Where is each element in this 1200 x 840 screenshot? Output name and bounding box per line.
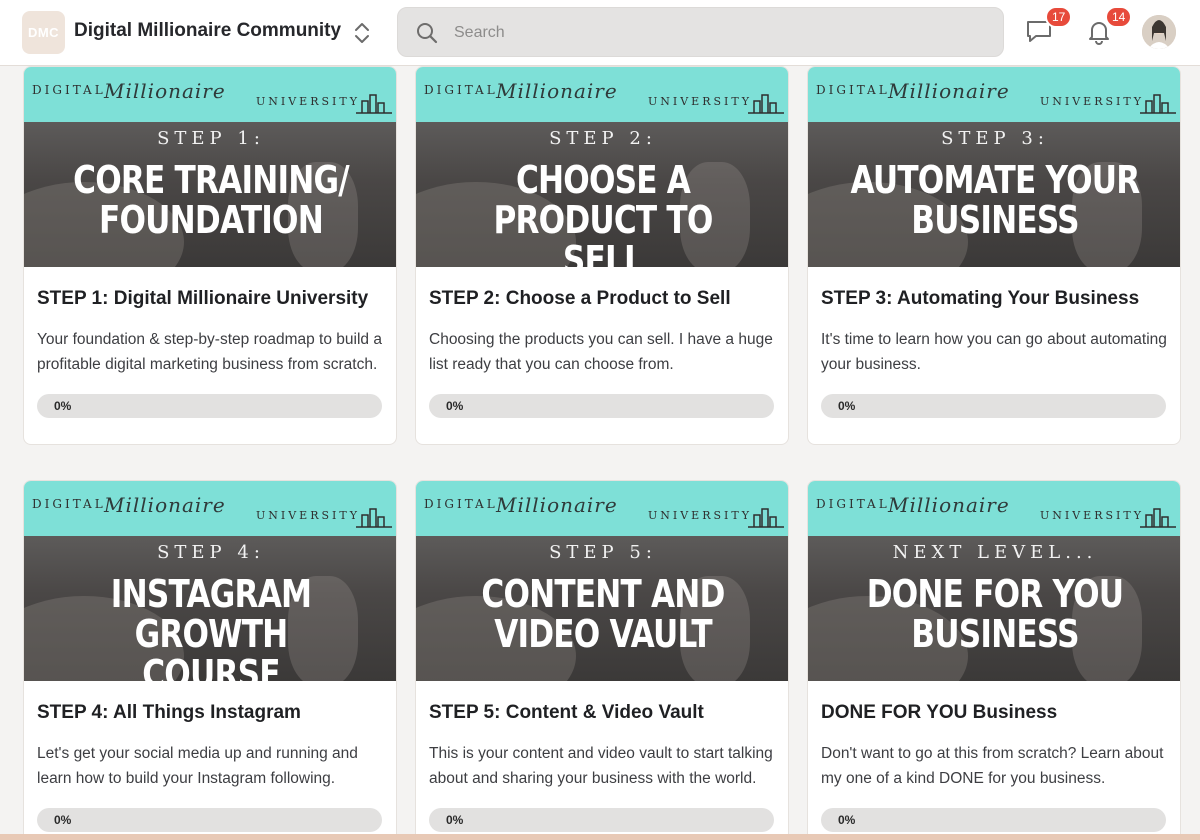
search-icon <box>417 23 438 44</box>
course-card[interactable]: DIGITAL Millionaire UNIVERSITY STEP 1: C… <box>23 66 397 445</box>
course-cover-image: DIGITAL Millionaire UNIVERSITY STEP 4: I… <box>24 481 396 681</box>
community-name[interactable]: Digital Millionaire Community <box>74 20 341 42</box>
course-cover-image: DIGITAL Millionaire UNIVERSITY NEXT LEVE… <box>808 481 1180 681</box>
course-progress-bar: 0% <box>821 808 1166 832</box>
course-progress-bar: 0% <box>37 394 382 418</box>
search-input[interactable] <box>454 20 974 46</box>
course-description: Let's get your social media up and runni… <box>37 745 358 787</box>
banner-script-text: Millionaire <box>104 79 226 103</box>
banner-script-text: Millionaire <box>104 493 226 517</box>
banner-right-text: UNIVERSITY <box>648 95 752 108</box>
university-banner: DIGITAL Millionaire UNIVERSITY <box>24 481 396 536</box>
banner-left-text: DIGITAL <box>424 497 498 511</box>
bottom-accent-strip <box>0 834 1200 840</box>
university-banner: DIGITAL Millionaire UNIVERSITY <box>808 67 1180 122</box>
city-skyline-icon <box>748 508 784 528</box>
university-banner: DIGITAL Millionaire UNIVERSITY <box>808 481 1180 536</box>
city-skyline-icon <box>1140 508 1176 528</box>
cover-photo: STEP 2: CHOOSE A PRODUCT TO SELL <box>416 122 788 267</box>
cover-step-title: CORE TRAINING/ FOUNDATION <box>73 158 349 242</box>
university-banner: DIGITAL Millionaire UNIVERSITY <box>416 67 788 122</box>
course-cover-image: DIGITAL Millionaire UNIVERSITY STEP 5: C… <box>416 481 788 681</box>
course-progress-bar: 0% <box>37 808 382 832</box>
course-description: Your foundation & step-by-step roadmap t… <box>37 331 382 373</box>
course-cover-image: DIGITAL Millionaire UNIVERSITY STEP 1: C… <box>24 67 396 267</box>
city-skyline-icon <box>356 94 392 114</box>
course-title[interactable]: STEP 3: Automating Your Business <box>821 288 1171 310</box>
banner-right-text: UNIVERSITY <box>1040 95 1144 108</box>
course-progress-bar: 0% <box>429 808 774 832</box>
banner-right-text: UNIVERSITY <box>1040 509 1144 522</box>
progress-label: 0% <box>54 399 72 413</box>
banner-right-text: UNIVERSITY <box>648 509 752 522</box>
course-title[interactable]: STEP 2: Choose a Product to Sell <box>429 288 779 310</box>
cover-step-title: CHOOSE A PRODUCT TO SELL <box>493 158 713 267</box>
city-skyline-icon <box>1140 94 1176 114</box>
course-title[interactable]: STEP 5: Content & Video Vault <box>429 702 779 724</box>
avatar-image <box>1142 15 1176 49</box>
course-card[interactable]: DIGITAL Millionaire UNIVERSITY NEXT LEVE… <box>807 480 1181 840</box>
course-progress-bar: 0% <box>821 394 1166 418</box>
course-description: Choosing the products you can sell. I ha… <box>429 331 773 373</box>
cover-step-title: AUTOMATE YOUR BUSINESS <box>850 158 1141 242</box>
course-description: Don't want to go at this from scratch? L… <box>821 745 1164 787</box>
banner-left-text: DIGITAL <box>816 83 890 97</box>
banner-script-text: Millionaire <box>496 79 618 103</box>
course-card[interactable]: DIGITAL Millionaire UNIVERSITY STEP 5: C… <box>415 480 789 840</box>
course-title[interactable]: STEP 4: All Things Instagram <box>37 702 387 724</box>
search-bar[interactable] <box>397 7 1004 57</box>
cover-photo: STEP 5: CONTENT AND VIDEO VAULT <box>416 536 788 681</box>
course-card[interactable]: DIGITAL Millionaire UNIVERSITY STEP 3: A… <box>807 66 1181 445</box>
progress-label: 0% <box>838 813 856 827</box>
course-description: This is your content and video vault to … <box>429 745 773 787</box>
progress-label: 0% <box>838 399 856 413</box>
banner-right-text: UNIVERSITY <box>256 509 360 522</box>
cover-photo: STEP 4: INSTAGRAM GROWTH COURSE <box>24 536 396 681</box>
university-banner: DIGITAL Millionaire UNIVERSITY <box>416 481 788 536</box>
cover-step-kicker: STEP 1: <box>157 128 265 149</box>
cover-photo: STEP 1: CORE TRAINING/ FOUNDATION <box>24 122 396 267</box>
cover-step-kicker: STEP 4: <box>157 542 265 563</box>
cover-step-title: DONE FOR YOU BUSINESS <box>866 572 1124 656</box>
notifications-badge: 14 <box>1105 6 1133 28</box>
messages-badge: 17 <box>1045 6 1073 28</box>
progress-label: 0% <box>446 399 464 413</box>
course-grid: DIGITAL Millionaire UNIVERSITY STEP 1: C… <box>0 66 1200 840</box>
university-banner: DIGITAL Millionaire UNIVERSITY <box>24 67 396 122</box>
banner-left-text: DIGITAL <box>816 497 890 511</box>
course-card[interactable]: DIGITAL Millionaire UNIVERSITY STEP 2: C… <box>415 66 789 445</box>
cover-step-title: INSTAGRAM GROWTH COURSE <box>110 572 312 681</box>
city-skyline-icon <box>356 508 392 528</box>
cover-step-kicker: STEP 2: <box>549 128 657 149</box>
cover-step-kicker: STEP 3: <box>941 128 1049 149</box>
banner-left-text: DIGITAL <box>424 83 498 97</box>
course-cover-image: DIGITAL Millionaire UNIVERSITY STEP 2: C… <box>416 67 788 267</box>
chevron-up-down-icon[interactable] <box>350 20 374 46</box>
banner-left-text: DIGITAL <box>32 497 106 511</box>
progress-label: 0% <box>54 813 72 827</box>
banner-script-text: Millionaire <box>496 493 618 517</box>
banner-left-text: DIGITAL <box>32 83 106 97</box>
banner-script-text: Millionaire <box>888 79 1010 103</box>
community-logo[interactable]: DMC <box>22 11 65 54</box>
cover-step-kicker: STEP 5: <box>549 542 657 563</box>
course-cover-image: DIGITAL Millionaire UNIVERSITY STEP 3: A… <box>808 67 1180 267</box>
course-description: It's time to learn how you can go about … <box>821 331 1167 373</box>
progress-label: 0% <box>446 813 464 827</box>
banner-script-text: Millionaire <box>888 493 1010 517</box>
course-card[interactable]: DIGITAL Millionaire UNIVERSITY STEP 4: I… <box>23 480 397 840</box>
user-avatar[interactable] <box>1142 15 1176 49</box>
cover-photo: NEXT LEVEL... DONE FOR YOU BUSINESS <box>808 536 1180 681</box>
banner-right-text: UNIVERSITY <box>256 95 360 108</box>
cover-step-title: CONTENT AND VIDEO VAULT <box>481 572 725 656</box>
city-skyline-icon <box>748 94 784 114</box>
course-progress-bar: 0% <box>429 394 774 418</box>
course-title[interactable]: STEP 1: Digital Millionaire University <box>37 288 387 310</box>
course-title[interactable]: DONE FOR YOU Business <box>821 702 1171 724</box>
top-header: DMC Digital Millionaire Community 17 14 <box>0 0 1200 66</box>
cover-photo: STEP 3: AUTOMATE YOUR BUSINESS <box>808 122 1180 267</box>
cover-step-kicker: NEXT LEVEL... <box>892 542 1098 563</box>
